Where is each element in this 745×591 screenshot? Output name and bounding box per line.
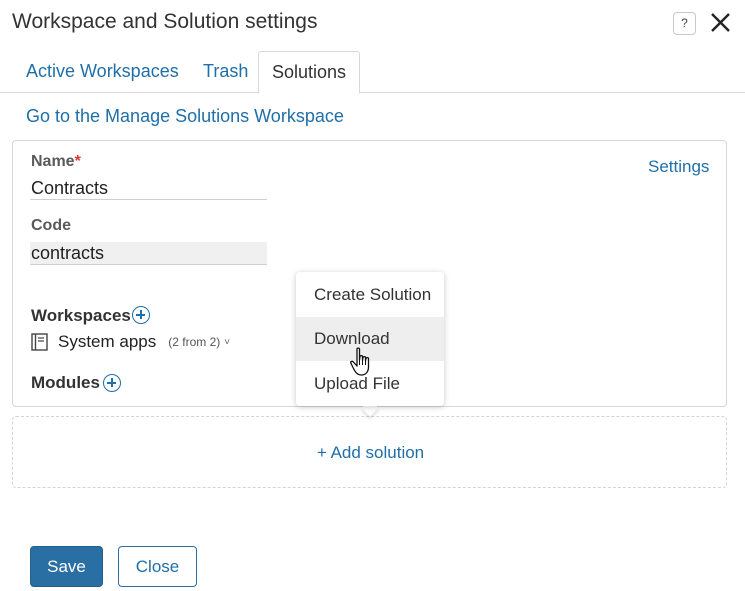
tab-active-workspaces[interactable]: Active Workspaces [26, 51, 179, 93]
name-label: Name* [31, 153, 81, 170]
modules-label: Modules [31, 373, 100, 392]
book-icon [31, 333, 48, 351]
add-solution-link[interactable]: + Add solution [13, 443, 728, 463]
workspace-name: System apps [58, 332, 157, 351]
dialog-header: Workspace and Solution settings ? [0, 0, 745, 48]
settings-link[interactable]: Settings [648, 157, 709, 177]
name-field[interactable]: Contracts [30, 177, 267, 200]
required-mark: * [74, 153, 81, 170]
solution-actions-menu: Create Solution Download Upload File [296, 272, 444, 406]
code-field: contracts [30, 242, 267, 265]
add-solution-area: + Add solution [12, 416, 727, 488]
add-module-icon[interactable] [103, 374, 121, 392]
close-button[interactable]: Close [118, 546, 197, 587]
add-workspace-icon[interactable] [132, 306, 150, 324]
question-icon: ? [681, 16, 688, 30]
tab-trash[interactable]: Trash [203, 51, 248, 93]
menu-item-create-solution[interactable]: Create Solution [296, 273, 444, 317]
workspaces-label: Workspaces [31, 306, 131, 325]
close-icon[interactable] [707, 9, 734, 36]
save-button[interactable]: Save [30, 546, 103, 587]
menu-item-upload-file[interactable]: Upload File [296, 362, 444, 406]
tab-bar: Active Workspaces Trash Solutions [0, 51, 745, 94]
code-label: Code [31, 217, 71, 234]
workspace-item[interactable]: System apps (2 from 2) ˅ [31, 331, 230, 353]
help-button[interactable]: ? [673, 12, 696, 35]
workspace-count: (2 from 2) [168, 335, 221, 349]
dialog-title: Workspace and Solution settings [12, 10, 318, 33]
chevron-down-icon[interactable]: ˅ [224, 337, 230, 348]
manage-solutions-link[interactable]: Go to the Manage Solutions Workspace [26, 106, 344, 127]
menu-item-download[interactable]: Download [296, 317, 444, 361]
tab-solutions[interactable]: Solutions [258, 51, 361, 94]
